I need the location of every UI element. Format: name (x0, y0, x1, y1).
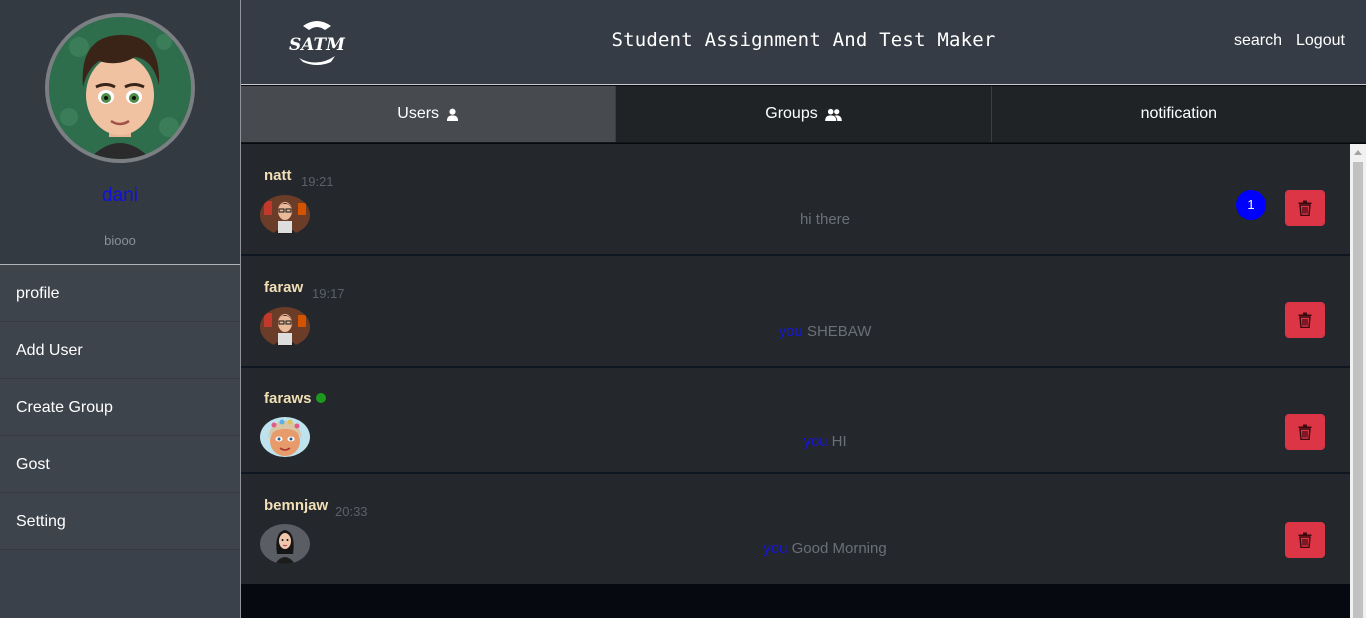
unread-count-badge: 1 (1236, 190, 1266, 220)
sidebar: dani biooo profile Add User Create Group… (0, 0, 241, 618)
trash-icon (1298, 312, 1312, 328)
conversation-list: natt 19:21 hi there 1 faraw 19:17 you SH… (241, 144, 1350, 618)
scrollbar-thumb[interactable] (1353, 162, 1363, 618)
message-preview: hi there (241, 211, 1366, 228)
profile-name[interactable]: dani (0, 185, 240, 207)
message-preview: you HI (241, 433, 1366, 450)
sidebar-item-create-group[interactable]: Create Group (0, 379, 240, 436)
tab-bar: Users Groups notification (241, 86, 1366, 143)
conversation-row[interactable]: faraw 19:17 you SHEBAW (241, 256, 1350, 368)
delete-button[interactable] (1285, 190, 1325, 226)
you-prefix: you (803, 433, 828, 450)
message-text: Good Morning (791, 540, 887, 557)
conversation-row[interactable]: faraws you HI (241, 368, 1350, 474)
conversation-row[interactable]: natt 19:21 hi there 1 (241, 144, 1350, 256)
trash-icon (1298, 424, 1312, 440)
users-icon (824, 108, 842, 121)
profile-avatar[interactable] (45, 13, 195, 163)
contact-name: natt (264, 167, 292, 184)
message-preview: you SHEBAW (241, 323, 1366, 340)
sidebar-item-setting[interactable]: Setting (0, 493, 240, 550)
message-time: 20:33 (335, 504, 368, 519)
profile-block: dani biooo (0, 0, 240, 265)
you-prefix: you (763, 540, 788, 557)
logout-link[interactable]: Logout (1296, 32, 1345, 50)
message-text: SHEBAW (806, 323, 872, 340)
message-text: HI (831, 433, 847, 450)
message-preview: you Good Morning (241, 540, 1366, 557)
app-title: Student Assignment And Test Maker (611, 29, 996, 51)
profile-subtitle: biooo (104, 233, 136, 248)
message-text: hi there (799, 211, 851, 228)
trash-icon (1298, 532, 1312, 548)
message-time: 19:21 (301, 174, 334, 189)
online-indicator (316, 393, 326, 403)
delete-button[interactable] (1285, 522, 1325, 558)
contact-name: bemnjaw (264, 497, 329, 514)
user-icon (446, 108, 459, 121)
top-header: SATM Student Assignment And Test Maker s… (241, 0, 1366, 85)
contact-name: faraws (264, 390, 312, 407)
sidebar-item-profile[interactable]: profile (0, 265, 240, 322)
tab-users[interactable]: Users (241, 86, 617, 142)
tab-users-label: Users (397, 105, 440, 122)
delete-button[interactable] (1285, 302, 1325, 338)
list-scrollbar[interactable] (1350, 144, 1366, 618)
tab-groups[interactable]: Groups (616, 86, 992, 142)
contact-name: faraw (264, 279, 304, 296)
scroll-up-arrow-icon[interactable] (1350, 144, 1366, 160)
search-link[interactable]: search (1234, 32, 1282, 50)
trash-icon (1298, 200, 1312, 216)
sidebar-item-add-user[interactable]: Add User (0, 322, 240, 379)
tab-groups-label: Groups (765, 105, 818, 122)
sidebar-item-gost[interactable]: Gost (0, 436, 240, 493)
conversation-row[interactable]: bemnjaw 20:33 you Good Morning (241, 474, 1350, 584)
message-time: 19:17 (312, 286, 345, 301)
tab-notification-label: notification (1140, 105, 1218, 122)
delete-button[interactable] (1285, 414, 1325, 450)
you-prefix: you (778, 323, 803, 340)
tab-notification[interactable]: notification (992, 86, 1366, 142)
